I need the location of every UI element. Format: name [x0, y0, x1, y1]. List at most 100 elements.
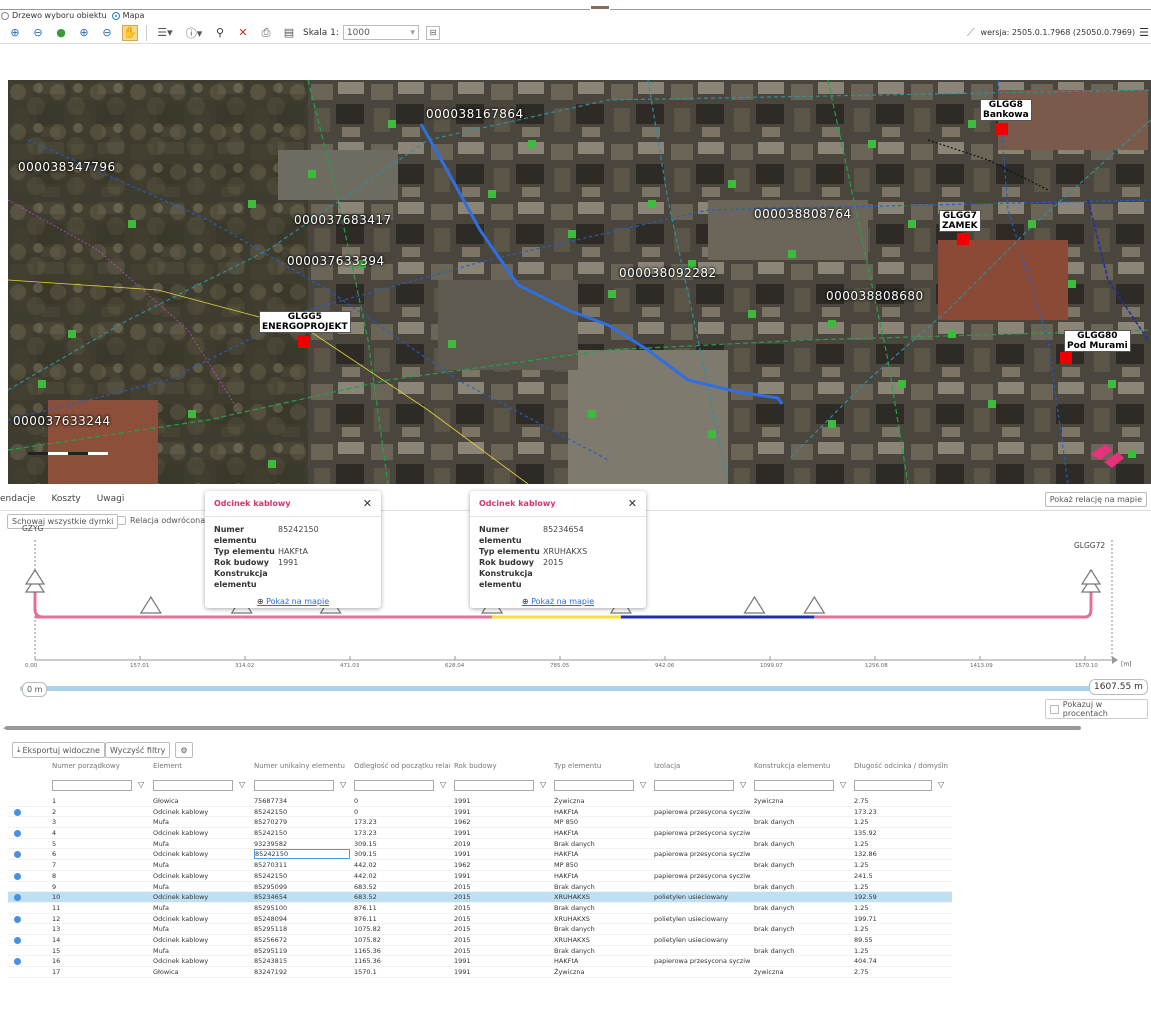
- cable-label[interactable]: 000037683417: [294, 213, 392, 227]
- column-filter-input[interactable]: [52, 780, 132, 791]
- cable-label[interactable]: 000038092282: [619, 266, 717, 280]
- table-cell[interactable]: 85270311: [254, 861, 350, 869]
- table-cell[interactable]: 173.23: [354, 829, 450, 837]
- table-cell[interactable]: 132.86: [854, 850, 948, 858]
- table-cell[interactable]: HAKFtA: [554, 808, 650, 816]
- table-cell[interactable]: 683.52: [354, 893, 450, 901]
- filter-icon[interactable]: ▽: [938, 780, 944, 789]
- table-cell[interactable]: 683.52: [354, 883, 450, 891]
- filter-icon[interactable]: ▽: [740, 780, 746, 789]
- station-label-pod-murami[interactable]: GLGG80 Pod Murami: [1064, 330, 1131, 352]
- table-cell[interactable]: 1991: [454, 957, 550, 965]
- table-cell[interactable]: Głowica: [153, 797, 249, 805]
- column-header[interactable]: Konstrukcja elementu: [754, 762, 850, 770]
- table-cell[interactable]: 85242150: [254, 829, 350, 837]
- table-cell[interactable]: 85242150: [254, 808, 350, 816]
- column-filter-input[interactable]: [754, 780, 834, 791]
- table-cell[interactable]: żywiczna: [754, 797, 850, 805]
- table-cell[interactable]: 1570.1: [354, 968, 450, 976]
- table-cell[interactable]: 8: [52, 872, 148, 880]
- table-cell[interactable]: brak danych: [754, 883, 850, 891]
- show-on-map-link[interactable]: ⊕ Pokaż na mapie: [205, 597, 381, 606]
- table-cell[interactable]: 135.92: [854, 829, 948, 837]
- column-header[interactable]: Długość odcinka / domyślna d...: [854, 762, 948, 770]
- head-marker[interactable]: [24, 568, 46, 585]
- show-relation-on-map-button[interactable]: Pokaż relację na mapie: [1044, 491, 1147, 507]
- table-cell[interactable]: Odcinek kablowy: [153, 829, 249, 837]
- table-cell[interactable]: 309.15: [354, 850, 450, 858]
- table-cell[interactable]: 442.02: [354, 861, 450, 869]
- table-cell[interactable]: 1962: [454, 861, 550, 869]
- table-cell[interactable]: 1165.36: [354, 947, 450, 955]
- table-cell[interactable]: Brak danych: [554, 840, 650, 848]
- filter-icon[interactable]: ▽: [239, 780, 245, 789]
- station-label-zamek[interactable]: GLGG7 ZAMEK: [939, 210, 981, 232]
- table-cell[interactable]: 1.25: [854, 818, 948, 826]
- table-cell[interactable]: Mufa: [153, 883, 249, 891]
- percent-checkbox[interactable]: [1050, 704, 1059, 714]
- globe-icon[interactable]: ●: [53, 25, 69, 41]
- table-cell[interactable]: 10: [52, 893, 148, 901]
- zoom-area-icon[interactable]: ⊕: [76, 25, 92, 41]
- table-cell[interactable]: 85295100: [254, 904, 350, 912]
- table-cell[interactable]: Odcinek kablowy: [153, 957, 249, 965]
- table-cell[interactable]: 5: [52, 840, 148, 848]
- table-cell[interactable]: HAKFtA: [554, 829, 650, 837]
- table-row[interactable]: 15 Mufa 85295119 1165.36 2015 Brak danych brak…: [8, 946, 952, 957]
- table-cell[interactable]: 6: [52, 850, 148, 858]
- table-cell[interactable]: 1.25: [854, 925, 948, 933]
- station-marker[interactable]: [298, 336, 310, 348]
- map-radio[interactable]: [111, 11, 120, 20]
- filter-icon[interactable]: ▽: [440, 780, 446, 789]
- table-cell[interactable]: Żywiczna: [554, 968, 650, 976]
- station-marker[interactable]: [957, 233, 969, 245]
- table-cell[interactable]: Mufa: [153, 861, 249, 869]
- table-cell[interactable]: 1991: [454, 850, 550, 858]
- table-cell[interactable]: XRUHAKXS: [554, 893, 650, 901]
- table-cell[interactable]: 1165.36: [354, 957, 450, 965]
- table-cell[interactable]: polietylen usieciowany: [654, 893, 750, 901]
- table-cell[interactable]: Żywiczna: [554, 797, 650, 805]
- table-cell[interactable]: 309.15: [354, 840, 450, 848]
- column-header[interactable]: Rok budowy: [454, 762, 550, 770]
- column-filter-input[interactable]: [654, 780, 734, 791]
- table-row[interactable]: 17 Głowica 83247192 1570.1 1991 Żywiczna żywic…: [8, 967, 952, 978]
- table-cell[interactable]: XRUHAKXS: [554, 915, 650, 923]
- table-cell[interactable]: Brak danych: [554, 904, 650, 912]
- table-cell[interactable]: 4: [52, 829, 148, 837]
- table-cell[interactable]: 2015: [454, 925, 550, 933]
- filter-icon[interactable]: ▽: [840, 780, 846, 789]
- table-cell[interactable]: Odcinek kablowy: [153, 850, 249, 858]
- joint-marker[interactable]: [743, 595, 766, 614]
- binoculars-icon[interactable]: ⚲: [212, 25, 228, 41]
- table-row[interactable]: 1 Głowica 75687734 0 1991 Żywiczna żywiczna 2.7…: [8, 796, 952, 807]
- table-row[interactable]: 14 Odcinek kablowy 85256672 1075.82 2015 XRUH…: [8, 935, 952, 946]
- table-cell[interactable]: 2015: [454, 893, 550, 901]
- table-cell[interactable]: MP 850: [554, 818, 650, 826]
- calendar-icon[interactable]: ▤: [281, 25, 297, 41]
- column-header[interactable]: Numer unikalny elementu: [254, 762, 350, 770]
- row-globe-icon[interactable]: [14, 915, 21, 923]
- table-row[interactable]: 3 Mufa 85270279 173.23 1962 MP 850 brak danych…: [8, 817, 952, 829]
- table-cell[interactable]: brak danych: [754, 840, 850, 848]
- export-visible-button[interactable]: ⤓ Eksportuj widoczne: [12, 742, 105, 758]
- table-cell[interactable]: Brak danych: [554, 883, 650, 891]
- column-filter-input[interactable]: [454, 780, 534, 791]
- tree-radio-label[interactable]: Drzewo wyboru obiektu: [12, 11, 107, 20]
- table-cell[interactable]: papierowa przesycona sycziwem: [654, 850, 750, 858]
- table-cell[interactable]: 3: [52, 818, 148, 826]
- table-cell[interactable]: 2.75: [854, 968, 948, 976]
- joint-marker[interactable]: [803, 595, 826, 614]
- table-cell[interactable]: papierowa przesycona sycziwem: [654, 808, 750, 816]
- table-cell[interactable]: 1991: [454, 872, 550, 880]
- table-cell[interactable]: 85242150: [254, 872, 350, 880]
- clear-red-x-icon[interactable]: ✕: [235, 25, 251, 41]
- table-cell[interactable]: 85242150: [254, 849, 350, 860]
- table-row[interactable]: 4 Odcinek kablowy 85242150 173.23 1991 HAKFtA…: [8, 828, 952, 839]
- table-cell[interactable]: 876.11: [354, 915, 450, 923]
- scale-input[interactable]: 1000 ▾: [342, 25, 419, 40]
- table-cell[interactable]: 1.25: [854, 840, 948, 848]
- row-globe-icon[interactable]: [14, 872, 21, 880]
- info-dropdown-icon[interactable]: ⓘ▾: [183, 25, 205, 41]
- station-label-energoprojekt[interactable]: GLGG5 ENERGOPROJEKT: [259, 311, 351, 333]
